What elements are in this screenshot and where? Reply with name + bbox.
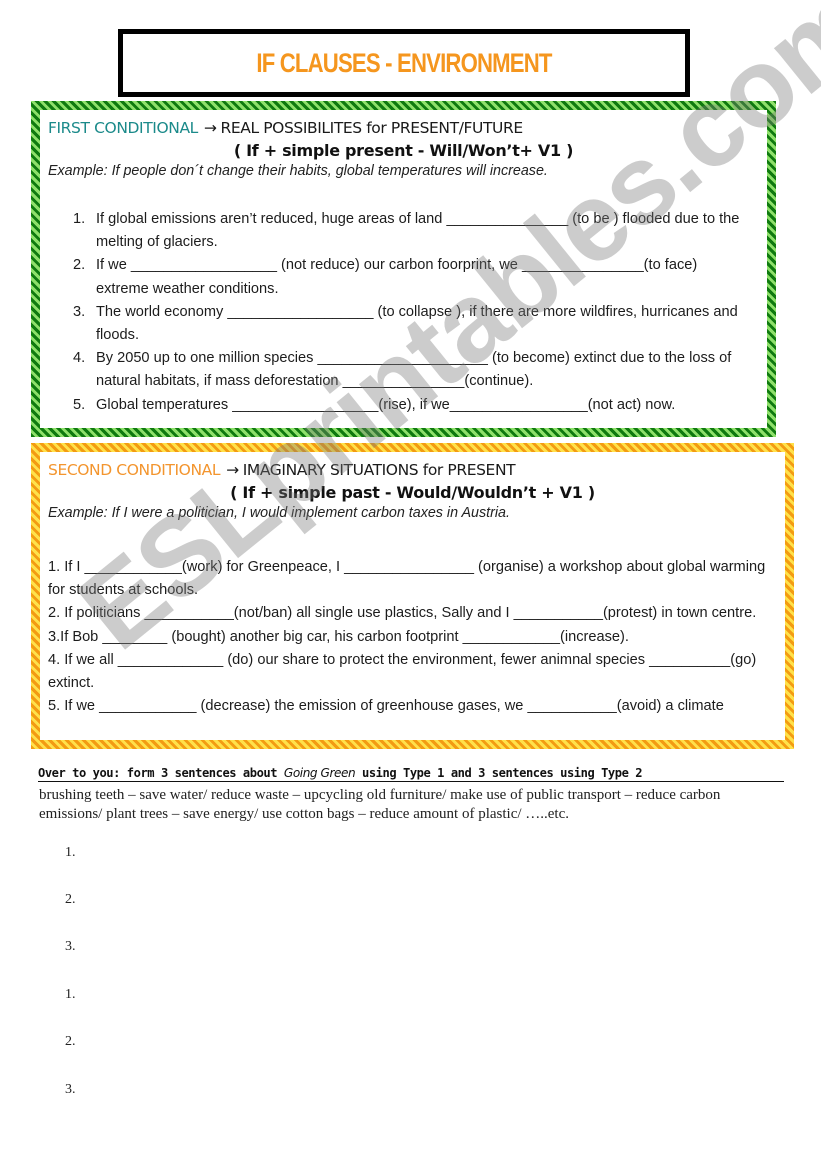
item-text: If global emissions aren’t reduced, huge… bbox=[96, 211, 740, 251]
first-conditional-exercise-list: 1. If global emissions aren’t reduced, hu… bbox=[73, 208, 753, 417]
answer-number: 3. bbox=[65, 1082, 76, 1097]
item-number: 1. bbox=[73, 211, 86, 227]
exercise-item: 3. The world economy __________________ (… bbox=[73, 301, 753, 347]
exercise-item: 2. If we __________________ (not reduce) … bbox=[73, 254, 753, 300]
item-text: The world economy __________________ (to… bbox=[96, 303, 738, 344]
answer-number: 3. bbox=[65, 939, 76, 954]
over-to-you-text: using Type 1 and 3 sentences using Type … bbox=[355, 766, 643, 780]
answer-field-type2-3[interactable] bbox=[90, 1082, 774, 1102]
answer-number: 1. bbox=[65, 987, 76, 1002]
answer-number: 2. bbox=[65, 892, 76, 907]
answer-field-type2-1[interactable] bbox=[90, 987, 774, 1007]
answer-field-type1-2[interactable] bbox=[90, 892, 774, 912]
second-conditional-section: SECOND CONDITIONAL → IMAGINARY SITUATIONS … bbox=[31, 443, 794, 749]
exercise-item: 3.If Bob ________ (bought) another big c… bbox=[48, 628, 629, 645]
item-text: Global temperatures __________________(r… bbox=[96, 396, 676, 413]
item-number: 4. bbox=[73, 350, 86, 367]
first-conditional-section: FIRST CONDITIONAL → REAL POSSIBILITES for … bbox=[31, 101, 776, 437]
first-conditional-formula: ( If + simple present - Will/Won’t+ V1 ) bbox=[233, 141, 574, 160]
exercise-item: 5. If we ____________ (decrease) the emi… bbox=[48, 698, 724, 715]
first-conditional-description: REAL POSSIBILITES for PRESENT/FUTURE bbox=[220, 119, 523, 137]
second-conditional-label: SECOND CONDITIONAL bbox=[48, 461, 221, 479]
exercise-item: 4. By 2050 up to one million species ____… bbox=[73, 347, 753, 393]
topic-prompts: brushing teeth – save water/ reduce wast… bbox=[39, 787, 721, 822]
first-conditional-example: Example: If people don´t change their ha… bbox=[48, 163, 548, 179]
answer-field-type2-2[interactable] bbox=[90, 1034, 774, 1054]
second-conditional-formula: ( If + simple past - Would/Wouldn’t + V1… bbox=[230, 483, 595, 502]
second-conditional-example: Example: If I were a politician, I would… bbox=[48, 505, 510, 521]
answer-number: 2. bbox=[65, 1034, 76, 1049]
item-number: 3. bbox=[73, 303, 86, 320]
title-box: IF CLAUSES - ENVIRONMENT bbox=[118, 29, 690, 97]
exercise-item: 4. If we all _____________ (do) our shar… bbox=[48, 651, 757, 692]
second-conditional-heading: SECOND CONDITIONAL → IMAGINARY SITUATIONS … bbox=[48, 461, 516, 479]
over-to-you-text: Over to you: form 3 sentences about bbox=[38, 766, 284, 780]
exercise-item: 1. If global emissions aren’t reduced, hu… bbox=[73, 208, 753, 254]
item-text: If we __________________ (not reduce) ou… bbox=[96, 257, 698, 297]
answer-field-type1-3[interactable] bbox=[90, 939, 774, 959]
exercise-item: 5. Global temperatures __________________… bbox=[73, 394, 753, 417]
arrow-right-icon: → bbox=[226, 461, 239, 479]
over-to-you-emphasis: Going Green bbox=[283, 766, 356, 780]
exercise-item: 2. If politicians ___________(not/ban) a… bbox=[48, 605, 757, 622]
exercise-item: 1. If I ____________(work) for Greenpeac… bbox=[48, 559, 766, 599]
item-text: By 2050 up to one million species ______… bbox=[96, 350, 732, 390]
answer-number: 1. bbox=[65, 845, 76, 860]
first-conditional-heading: FIRST CONDITIONAL → REAL POSSIBILITES for … bbox=[48, 119, 523, 137]
worksheet-title: IF CLAUSES - ENVIRONMENT bbox=[256, 47, 552, 78]
first-conditional-label: FIRST CONDITIONAL bbox=[48, 119, 198, 137]
second-conditional-description: IMAGINARY SITUATIONS for PRESENT bbox=[242, 461, 516, 479]
item-number: 2. bbox=[73, 257, 86, 274]
second-conditional-exercise-list: 1. If I ____________(work) for Greenpeac… bbox=[48, 556, 768, 718]
arrow-right-icon: → bbox=[203, 119, 217, 137]
answer-field-type1-1[interactable] bbox=[90, 845, 774, 865]
over-to-you-heading: Over to you: form 3 sentences about Goin… bbox=[38, 766, 784, 782]
item-number: 5. bbox=[73, 396, 86, 413]
